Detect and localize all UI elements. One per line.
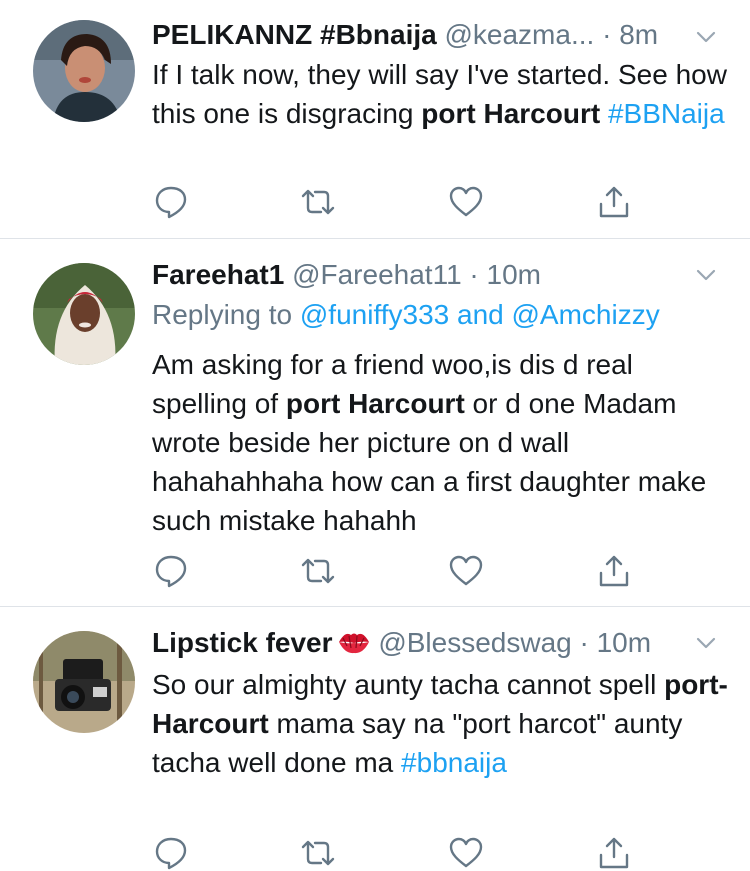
share-icon[interactable] bbox=[596, 835, 632, 871]
user-handle[interactable]: @keazma... bbox=[444, 19, 594, 50]
tweet-text: If I talk now, they will say I've starte… bbox=[152, 55, 732, 133]
replying-to-label: Replying to bbox=[152, 299, 300, 330]
heart-icon[interactable] bbox=[448, 184, 484, 220]
chevron-down-icon[interactable] bbox=[694, 631, 718, 655]
reply-bubble-icon[interactable] bbox=[153, 835, 189, 871]
reply-bubble-icon[interactable] bbox=[153, 184, 189, 220]
reply-bubble-icon[interactable] bbox=[153, 553, 189, 589]
avatar[interactable] bbox=[33, 263, 135, 365]
lips-kiss-emoji-icon bbox=[338, 633, 369, 654]
tweet-text-part: So our almighty aunty tacha cannot spell bbox=[152, 669, 665, 700]
separator-dot: · bbox=[579, 627, 589, 658]
heart-icon[interactable] bbox=[448, 553, 484, 589]
avatar[interactable] bbox=[33, 20, 135, 122]
avatar-photo bbox=[33, 20, 135, 122]
retweet-icon[interactable] bbox=[300, 553, 336, 589]
mention-link[interactable]: @Amchizzy bbox=[512, 299, 660, 330]
separator-dot: · bbox=[469, 259, 479, 290]
retweet-icon[interactable] bbox=[300, 184, 336, 220]
retweet-icon[interactable] bbox=[300, 835, 336, 871]
mention-link[interactable]: @funiffy333 bbox=[300, 299, 449, 330]
tweet-1[interactable]: PELIKANNZ #Bbnaija @keazma... · 8m If I … bbox=[0, 0, 750, 238]
tweet-text: So our almighty aunty tacha cannot spell… bbox=[152, 665, 732, 782]
timestamp[interactable]: 10m bbox=[597, 627, 651, 658]
timestamp[interactable]: 10m bbox=[487, 259, 541, 290]
tweet-header: PELIKANNZ #Bbnaija @keazma... · 8m bbox=[152, 17, 658, 53]
display-name[interactable]: Fareehat1 bbox=[152, 259, 284, 290]
chevron-down-icon[interactable] bbox=[694, 25, 718, 49]
display-name[interactable]: Lipstick fever bbox=[152, 627, 333, 658]
display-name[interactable]: PELIKANNZ #Bbnaija bbox=[152, 19, 437, 50]
tweet-actions bbox=[152, 184, 652, 220]
hashtag-link[interactable]: #BBNaija bbox=[608, 98, 725, 129]
share-icon[interactable] bbox=[596, 553, 632, 589]
tweet-text: Am asking for a friend woo,is dis d real… bbox=[152, 345, 732, 540]
tweet-header: Fareehat1 @Fareehat11 · 10m bbox=[152, 257, 541, 293]
tweet-text-bold: port Harcourt bbox=[285, 388, 465, 419]
tweet-header: Lipstick fever @Blessedswag · 10m bbox=[152, 625, 651, 661]
separator-dot: · bbox=[602, 19, 612, 50]
tweet-3[interactable]: Lipstick fever @Blessedswag · 10m So our… bbox=[0, 607, 750, 871]
tweet-actions bbox=[152, 835, 652, 871]
timestamp[interactable]: 8m bbox=[619, 19, 658, 50]
avatar-photo bbox=[33, 631, 135, 733]
heart-icon[interactable] bbox=[448, 835, 484, 871]
avatar-photo bbox=[33, 263, 135, 365]
tweet-2[interactable]: Fareehat1 @Fareehat11 · 10m Replying to … bbox=[0, 239, 750, 606]
tweet-text-bold: port Harcourt bbox=[421, 98, 601, 129]
tweet-actions bbox=[152, 553, 652, 589]
share-icon[interactable] bbox=[596, 184, 632, 220]
replying-to-line: Replying to @funiffy333 and @Amchizzy bbox=[152, 296, 660, 334]
avatar[interactable] bbox=[33, 631, 135, 733]
chevron-down-icon[interactable] bbox=[694, 263, 718, 287]
user-handle[interactable]: @Blessedswag bbox=[378, 627, 571, 658]
tweet-text-part bbox=[600, 98, 608, 129]
mention-and: and bbox=[449, 299, 512, 330]
user-handle[interactable]: @Fareehat11 bbox=[292, 259, 462, 290]
hashtag-link[interactable]: #bbnaija bbox=[401, 747, 507, 778]
